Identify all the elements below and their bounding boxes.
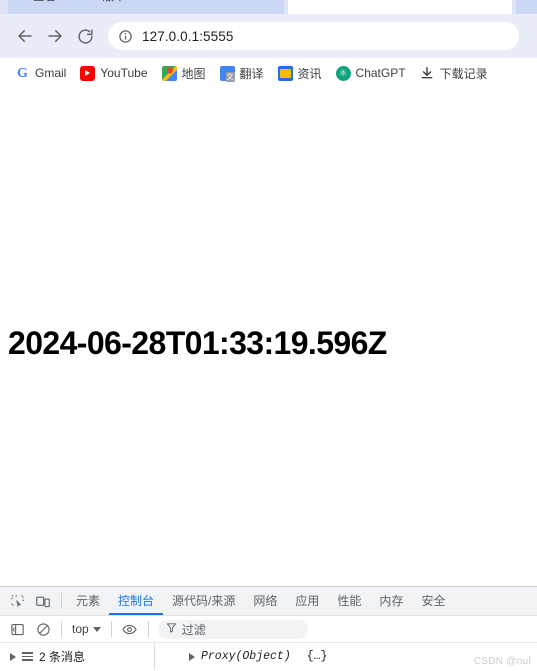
youtube-icon [80,65,96,81]
bookmark-news-label: 资讯 [297,66,322,81]
browser-tab-0-title: 查看Windows版本 [33,0,126,4]
toolbar-divider [61,621,62,637]
green-leaf-icon [526,0,535,1]
bookmark-gmail[interactable]: G Gmail [8,63,73,84]
watermark: CSDN @nul [473,656,531,667]
reload-icon[interactable] [70,21,100,51]
console-entry-preview: {…} [306,650,328,663]
expand-triangle-icon[interactable] [10,652,16,661]
chevron-down-icon [92,626,101,632]
bookmark-translate[interactable]: 翻译 [213,62,271,85]
console-message-sidebar[interactable]: 2 条消息 [0,643,155,670]
chatgpt-icon: ⚛ [335,65,351,81]
address-bar-url: 127.0.0.1:5555 [142,28,234,44]
bookmark-news[interactable]: 资讯 [271,62,329,85]
bookmarks-bar: G Gmail YouTube 地图 翻译 资讯 ⚛ ChatGPT 下载记录 [0,58,537,88]
expand-triangle-icon[interactable] [189,652,195,661]
console-filter-input[interactable]: 过滤 [157,619,308,639]
page-viewport: 2024-06-28T01:33:19.596Z [0,88,537,586]
console-message-count: 2 条消息 [39,650,86,664]
console-sidebar-icon[interactable] [4,616,30,642]
devtools-tab-bar: 元素 控制台 源代码/来源 网络 应用 性能 内存 安全 [0,587,537,616]
address-bar[interactable]: 127.0.0.1:5555 [108,22,519,50]
console-body: 2 条消息 Proxy(Object) {…} [0,643,537,670]
javascript-context-value: top [72,622,89,636]
devtools-tab-elements[interactable]: 元素 [67,587,109,615]
bookmark-downloads-label: 下载记录 [439,66,488,81]
devtools-tab-security[interactable]: 安全 [412,587,454,615]
bookmark-maps-label: 地图 [181,66,206,81]
forward-arrow-icon[interactable] [40,21,70,51]
info-circle-icon[interactable] [114,25,136,47]
bookmark-youtube-label: YouTube [100,66,148,80]
devtools-panel: 元素 控制台 源代码/来源 网络 应用 性能 内存 安全 top 过滤 2 条消… [0,586,537,671]
live-expression-icon[interactable] [117,616,143,642]
inspect-element-icon[interactable] [4,588,30,614]
back-arrow-icon[interactable] [10,21,40,51]
devtools-tab-network[interactable]: 网络 [244,587,286,615]
bookmark-chatgpt[interactable]: ⚛ ChatGPT [329,63,413,84]
browser-tab-1-title: Preview About You [313,0,409,2]
bookmark-youtube[interactable]: YouTube [73,63,154,84]
browser-tab-1[interactable]: Preview About You [288,0,512,14]
maps-icon [161,65,177,81]
browser-tab-0[interactable]: 查看Windows版本 [8,0,284,14]
tab-strip: 查看Windows版本 Preview About You [0,0,537,14]
gmail-icon: G [17,65,28,81]
bookmark-downloads[interactable]: 下载记录 [413,62,495,85]
page-timestamp-text: 2024-06-28T01:33:19.596Z [8,325,387,361]
javascript-context-selector[interactable]: top [67,622,106,636]
filter-icon [166,622,177,636]
green-leaf-icon [18,0,27,1]
bookmark-gmail-label: Gmail [35,66,67,80]
news-icon [277,65,293,81]
bookmark-chatgpt-label: ChatGPT [355,66,406,80]
bookmark-translate-label: 翻译 [239,66,264,81]
devtools-tab-sources[interactable]: 源代码/来源 [163,587,244,615]
browser-window: 查看Windows版本 Preview About You 127.0.0.1:… [0,0,537,586]
console-entry-value: Proxy(Object) [201,650,291,663]
devtools-tab-memory[interactable]: 内存 [370,587,412,615]
device-toolbar-icon[interactable] [30,588,56,614]
navigation-toolbar: 127.0.0.1:5555 [0,14,537,58]
devtools-tab-console[interactable]: 控制台 [109,587,163,615]
devtools-tab-performance[interactable]: 性能 [328,587,370,615]
translate-icon [219,65,235,82]
console-toolbar: top 过滤 [0,616,537,643]
toolbar-divider [110,621,112,637]
message-list-icon [22,652,33,661]
toolbar-divider [147,621,149,637]
browser-tab-2[interactable] [516,0,537,14]
green-leaf-icon [298,0,307,1]
toolbar-divider [61,593,62,609]
download-icon [420,66,435,81]
devtools-tab-application[interactable]: 应用 [286,587,328,615]
console-filter-placeholder: 过滤 [181,622,206,637]
bookmark-maps[interactable]: 地图 [155,62,213,85]
clear-console-icon[interactable] [30,616,56,642]
